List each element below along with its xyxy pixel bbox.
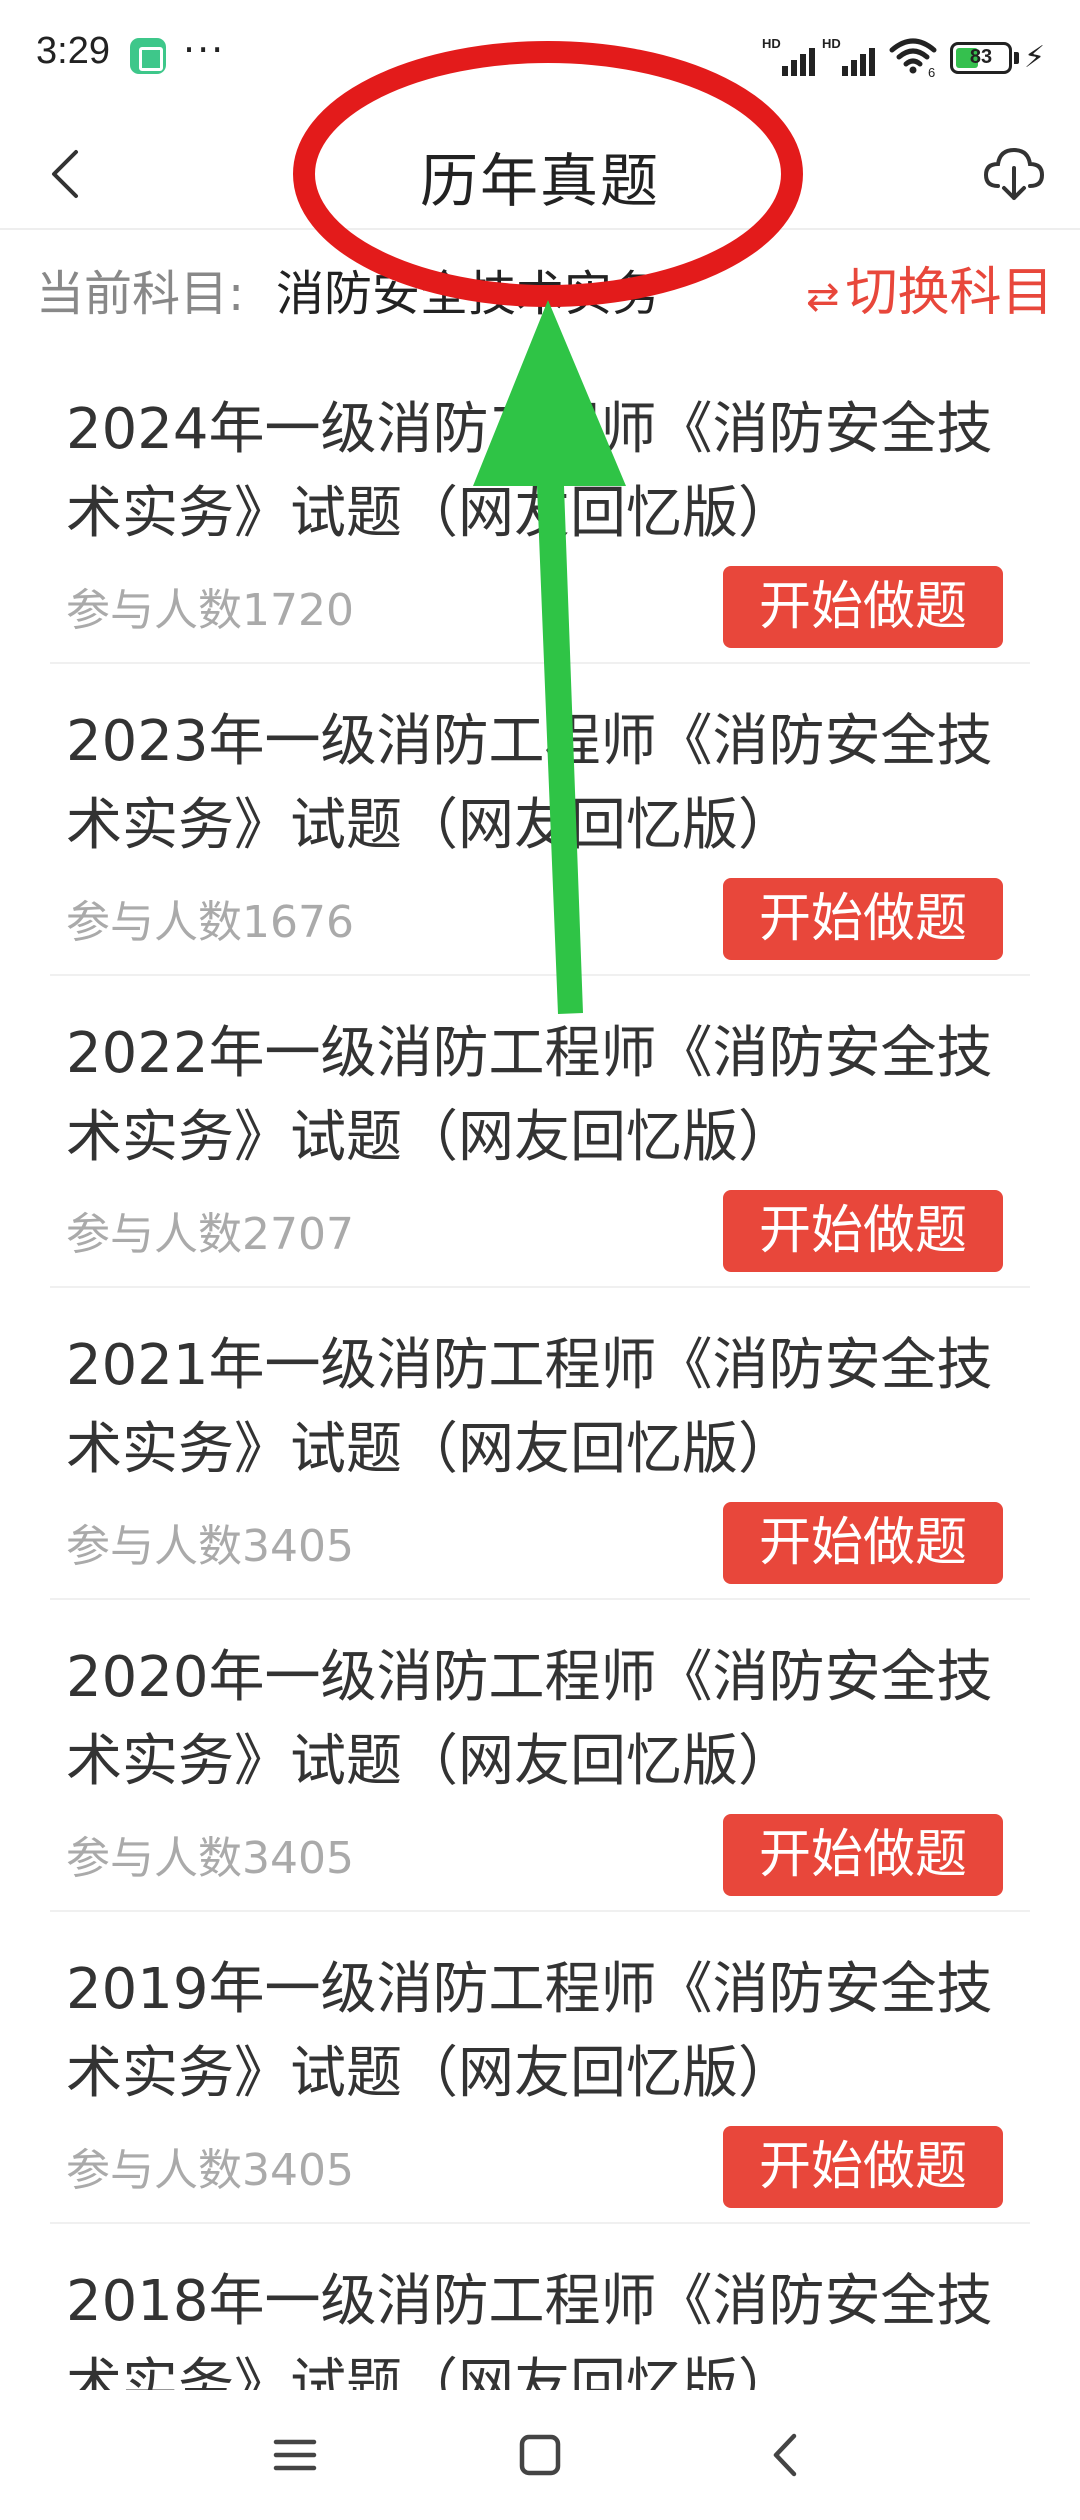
back-button[interactable] xyxy=(40,142,96,206)
exam-title: 2019年一级消防工程师《消防安全技术实务》试题（网友回忆版） xyxy=(66,1957,993,2106)
exam-title: 2021年一级消防工程师《消防安全技术实务》试题（网友回忆版） xyxy=(66,1333,993,1482)
participant-count: 参与人数3405 xyxy=(66,1833,354,1884)
exam-item[interactable]: 2020年一级消防工程师《消防安全技术实务》试题（网友回忆版） 参与人数3405… xyxy=(50,1600,1030,1912)
home-square-icon xyxy=(519,2434,561,2476)
more-notifications-icon: ··· xyxy=(183,28,226,72)
start-exam-button[interactable]: 开始做题 xyxy=(723,2126,1003,2208)
subject-label: 当前科目: xyxy=(36,266,245,322)
start-exam-button[interactable]: 开始做题 xyxy=(723,1814,1003,1896)
menu-button[interactable] xyxy=(260,2420,330,2490)
participant-count: 参与人数2707 xyxy=(66,1209,354,1260)
app-notification-icon xyxy=(130,38,166,74)
exam-item[interactable]: 2023年一级消防工程师《消防安全技术实务》试题（网友回忆版） 参与人数1676… xyxy=(50,664,1030,976)
exam-title: 2020年一级消防工程师《消防安全技术实务》试题（网友回忆版） xyxy=(66,1645,993,1794)
exam-item[interactable]: 2024年一级消防工程师《消防安全技术实务》试题（网友回忆版） 参与人数1720… xyxy=(50,352,1030,664)
home-button[interactable] xyxy=(505,2420,575,2490)
subject-value: 消防安全技术实务 xyxy=(276,266,661,322)
svg-text:6: 6 xyxy=(928,65,935,78)
download-button[interactable] xyxy=(980,140,1048,208)
participant-count: 参与人数1720 xyxy=(66,585,354,636)
start-exam-button[interactable]: 开始做题 xyxy=(723,566,1003,648)
start-exam-button[interactable]: 开始做题 xyxy=(723,1190,1003,1272)
nav-back-icon xyxy=(773,2433,797,2477)
status-bar: 3:29 ··· HD HD 6 83 ⚡ xyxy=(0,0,1080,120)
participant-count: 参与人数3405 xyxy=(66,2145,354,2196)
subject-row: 当前科目: 消防安全技术实务 ⇄ 切换科目 xyxy=(0,232,1080,342)
exam-item[interactable]: 2021年一级消防工程师《消防安全技术实务》试题（网友回忆版） 参与人数3405… xyxy=(50,1288,1030,1600)
signal-hd-label: HD xyxy=(762,36,781,51)
wifi-icon: 6 xyxy=(888,36,938,80)
exam-item[interactable]: 2022年一级消防工程师《消防安全技术实务》试题（网友回忆版） 参与人数2707… xyxy=(50,976,1030,1288)
cloud-download-icon xyxy=(983,147,1045,200)
switch-icon: ⇄ xyxy=(806,274,840,320)
signal-hd-label-2: HD xyxy=(822,36,841,51)
exam-title: 2024年一级消防工程师《消防安全技术实务》试题（网友回忆版） xyxy=(66,397,993,546)
status-time: 3:29 xyxy=(36,30,110,72)
exam-list: 2024年一级消防工程师《消防安全技术实务》试题（网友回忆版） 参与人数1720… xyxy=(0,352,1080,2520)
start-exam-button[interactable]: 开始做题 xyxy=(723,1502,1003,1584)
exam-title: 2023年一级消防工程师《消防安全技术实务》试题（网友回忆版） xyxy=(66,709,993,858)
exam-title: 2022年一级消防工程师《消防安全技术实务》试题（网友回忆版） xyxy=(66,1021,993,1170)
battery-cap xyxy=(1014,52,1019,64)
nav-back-button[interactable] xyxy=(752,2420,822,2490)
exam-item[interactable]: 2019年一级消防工程师《消防安全技术实务》试题（网友回忆版） 参与人数3405… xyxy=(50,1912,1030,2224)
charging-icon: ⚡ xyxy=(1024,40,1046,75)
system-nav-bar xyxy=(0,2390,1080,2520)
battery-icon: 83 xyxy=(950,42,1012,74)
battery-level: 83 xyxy=(969,46,993,68)
cell-signal-icon: HD xyxy=(762,36,820,80)
start-exam-button[interactable]: 开始做题 xyxy=(723,878,1003,960)
switch-subject-label: 切换科目 xyxy=(845,263,1054,323)
back-arrow-icon xyxy=(52,150,78,198)
menu-icon xyxy=(273,2439,317,2471)
cell-signal-2-icon: HD xyxy=(822,36,880,80)
participant-count: 参与人数3405 xyxy=(66,1521,354,1572)
participant-count: 参与人数1676 xyxy=(66,897,354,948)
switch-subject-button[interactable]: ⇄ 切换科目 xyxy=(806,250,1054,325)
app-header: 历年真题 xyxy=(0,120,1080,230)
page-title: 历年真题 xyxy=(419,147,660,215)
